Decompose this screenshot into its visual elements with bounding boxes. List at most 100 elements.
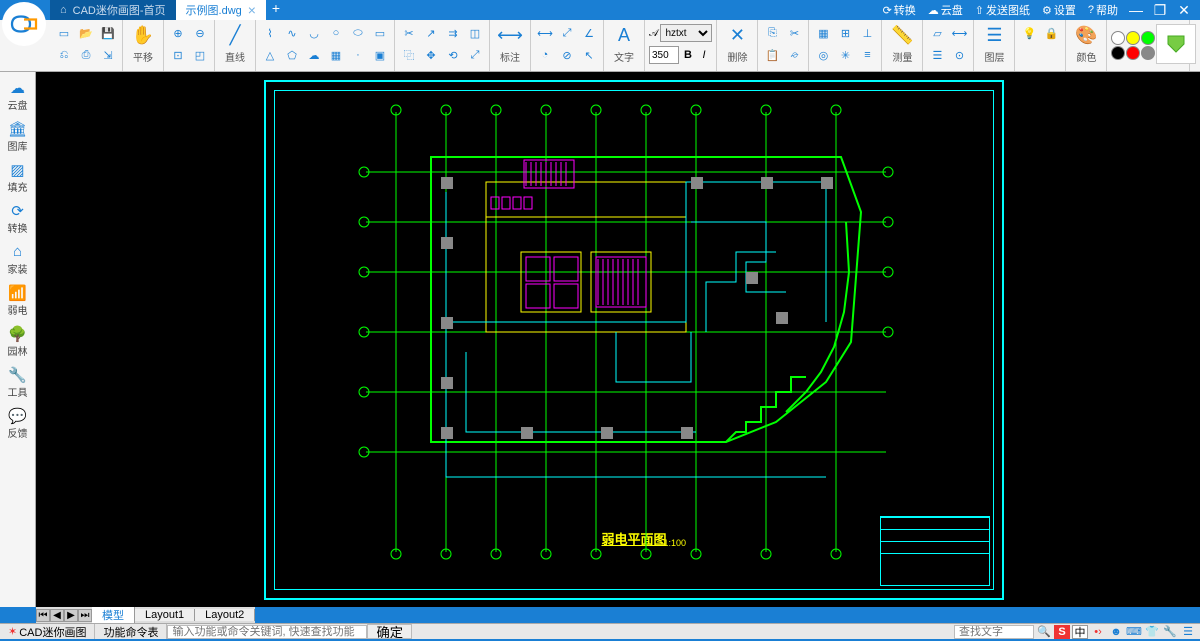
color-swatch[interactable] bbox=[1141, 46, 1155, 60]
annotate-tool[interactable]: ⟷标注 bbox=[494, 22, 526, 64]
rotate-icon[interactable]: ⟲ bbox=[443, 45, 463, 65]
bold-button[interactable]: B bbox=[681, 49, 695, 61]
color-swatch[interactable] bbox=[1111, 46, 1125, 60]
side-feedback[interactable]: 💬反馈 bbox=[1, 404, 35, 443]
color-swatch[interactable] bbox=[1141, 31, 1155, 45]
convert-button[interactable]: ⟳转换 bbox=[879, 2, 920, 18]
side-garden[interactable]: 🌳园林 bbox=[1, 322, 35, 361]
layout-prev-icon[interactable]: ◀ bbox=[50, 609, 64, 622]
dim-radius-icon[interactable]: ◔ bbox=[535, 45, 555, 65]
copy-icon[interactable]: ⿻ bbox=[399, 45, 419, 65]
measure-tool[interactable]: 📏测量 bbox=[886, 22, 918, 64]
close-button[interactable]: ✕ bbox=[1174, 2, 1194, 19]
circle-icon[interactable]: ○ bbox=[326, 23, 346, 43]
ad-logo[interactable] bbox=[1156, 24, 1196, 64]
cloud-button[interactable]: ☁云盘 bbox=[924, 2, 967, 18]
extend-icon[interactable]: ↗ bbox=[421, 23, 441, 43]
side-home[interactable]: ⌂家装 bbox=[1, 240, 35, 279]
list-icon[interactable]: ☰ bbox=[927, 45, 947, 65]
grid-icon[interactable]: ▦ bbox=[813, 23, 833, 43]
leader-icon[interactable]: ↖ bbox=[579, 45, 599, 65]
command-input[interactable] bbox=[167, 625, 367, 639]
layout-last-icon[interactable]: ⏭ bbox=[78, 609, 92, 622]
ime-tool-icon[interactable]: 🔧 bbox=[1162, 625, 1178, 639]
arc-icon[interactable]: ◡ bbox=[304, 23, 324, 43]
delete-tool[interactable]: ✕删除 bbox=[721, 22, 753, 64]
lineweight-icon[interactable]: ≡ bbox=[857, 45, 877, 65]
color-tool[interactable]: 🎨颜色 bbox=[1070, 22, 1102, 64]
zoom-in-icon[interactable]: ⊕ bbox=[168, 23, 188, 43]
ortho-icon[interactable]: ⊥ bbox=[857, 23, 877, 43]
clip-copy-icon[interactable]: ⎘ bbox=[762, 23, 782, 43]
tab-active-doc[interactable]: 示例图.dwg× bbox=[176, 0, 266, 20]
scale-icon[interactable]: ⤢ bbox=[465, 45, 485, 65]
ellipse-icon[interactable]: ⬭ bbox=[348, 23, 368, 43]
side-tools[interactable]: 🔧工具 bbox=[1, 363, 35, 402]
close-icon[interactable]: × bbox=[248, 2, 256, 18]
offset-icon[interactable]: ⇉ bbox=[443, 23, 463, 43]
dim-linear-icon[interactable]: ⟷ bbox=[535, 23, 555, 43]
search-icon[interactable]: 🔍 bbox=[1036, 625, 1052, 639]
add-tab-button[interactable]: + bbox=[266, 0, 286, 20]
color-swatch[interactable] bbox=[1126, 31, 1140, 45]
osnap-icon[interactable]: ◎ bbox=[813, 45, 833, 65]
status-cmd-label[interactable]: 功能命令表 bbox=[95, 624, 167, 639]
dim-aligned-icon[interactable]: ⤢ bbox=[557, 23, 577, 43]
side-cloud[interactable]: ☁云盘 bbox=[1, 76, 35, 115]
ime-keyboard-icon[interactable]: ⌨ bbox=[1126, 625, 1142, 639]
dist-icon[interactable]: ⟷ bbox=[949, 23, 969, 43]
point-icon[interactable]: · bbox=[348, 45, 368, 65]
mirror-icon[interactable]: ◫ bbox=[465, 23, 485, 43]
italic-button[interactable]: I bbox=[697, 49, 711, 61]
rect-icon[interactable]: ▭ bbox=[370, 23, 390, 43]
side-convert[interactable]: ⟳转换 bbox=[1, 199, 35, 238]
ok-button[interactable]: 确定 bbox=[367, 624, 412, 639]
id-icon[interactable]: ⊙ bbox=[949, 45, 969, 65]
area-icon[interactable]: ▱ bbox=[927, 23, 947, 43]
print-icon[interactable]: ⎙ bbox=[76, 45, 96, 65]
trim-icon[interactable]: ✂ bbox=[399, 23, 419, 43]
triangle-icon[interactable]: △ bbox=[260, 45, 280, 65]
revcloud-icon[interactable]: ☁ bbox=[304, 45, 324, 65]
spline-icon[interactable]: ∿ bbox=[282, 23, 302, 43]
search-input[interactable] bbox=[954, 625, 1034, 639]
clip-match-icon[interactable]: ⌮ bbox=[784, 45, 804, 65]
layer-on-icon[interactable]: 💡 bbox=[1019, 23, 1039, 43]
clip-paste-icon[interactable]: 📋 bbox=[762, 45, 782, 65]
help-button[interactable]: ?帮助 bbox=[1084, 2, 1122, 18]
save-icon[interactable]: 💾 bbox=[98, 23, 118, 43]
app-logo[interactable] bbox=[2, 2, 46, 46]
new-file-icon[interactable]: ▭ bbox=[54, 23, 74, 43]
side-library[interactable]: 🏛图库 bbox=[1, 117, 35, 156]
pan-tool[interactable]: ✋平移 bbox=[127, 22, 159, 64]
snap-icon[interactable]: ⊞ bbox=[835, 23, 855, 43]
layout-next-icon[interactable]: ▶ bbox=[64, 609, 78, 622]
ime-menu-icon[interactable]: ☰ bbox=[1180, 625, 1196, 639]
tab-layout2[interactable]: Layout2 bbox=[195, 609, 255, 621]
layer-off-icon[interactable]: 🔒 bbox=[1041, 23, 1061, 43]
ime-emoji-icon[interactable]: ☻ bbox=[1108, 625, 1124, 639]
polyline-icon[interactable]: ⌇ bbox=[260, 23, 280, 43]
ime-sogou-icon[interactable]: S bbox=[1054, 625, 1070, 639]
polar-icon[interactable]: ✳ bbox=[835, 45, 855, 65]
layer-tool[interactable]: ☰图层 bbox=[978, 22, 1010, 64]
font-size-input[interactable] bbox=[649, 46, 679, 64]
zoom-out-icon[interactable]: ⊖ bbox=[190, 23, 210, 43]
tab-home[interactable]: ⌂CAD迷你画图-首页 bbox=[50, 0, 176, 20]
tab-model[interactable]: 模型 bbox=[92, 607, 135, 623]
ime-skin-icon[interactable]: 👕 bbox=[1144, 625, 1160, 639]
clip-cut-icon[interactable]: ✂ bbox=[784, 23, 804, 43]
tab-layout1[interactable]: Layout1 bbox=[135, 609, 195, 621]
settings-button[interactable]: ⚙设置 bbox=[1038, 2, 1080, 18]
ime-punct-icon[interactable]: •› bbox=[1090, 625, 1106, 639]
open-file-icon[interactable]: 📂 bbox=[76, 23, 96, 43]
side-fill[interactable]: ▨填充 bbox=[1, 158, 35, 197]
block-icon[interactable]: ▣ bbox=[370, 45, 390, 65]
drawing-canvas[interactable]: 弱电平面图 1:100 bbox=[36, 72, 1200, 607]
color-swatch[interactable] bbox=[1111, 31, 1125, 45]
side-electric[interactable]: 📶弱电 bbox=[1, 281, 35, 320]
ime-lang-button[interactable]: 中 bbox=[1072, 625, 1088, 639]
polygon-icon[interactable]: ⬠ bbox=[282, 45, 302, 65]
dim-diameter-icon[interactable]: ⊘ bbox=[557, 45, 577, 65]
minimize-button[interactable]: — bbox=[1126, 2, 1146, 18]
